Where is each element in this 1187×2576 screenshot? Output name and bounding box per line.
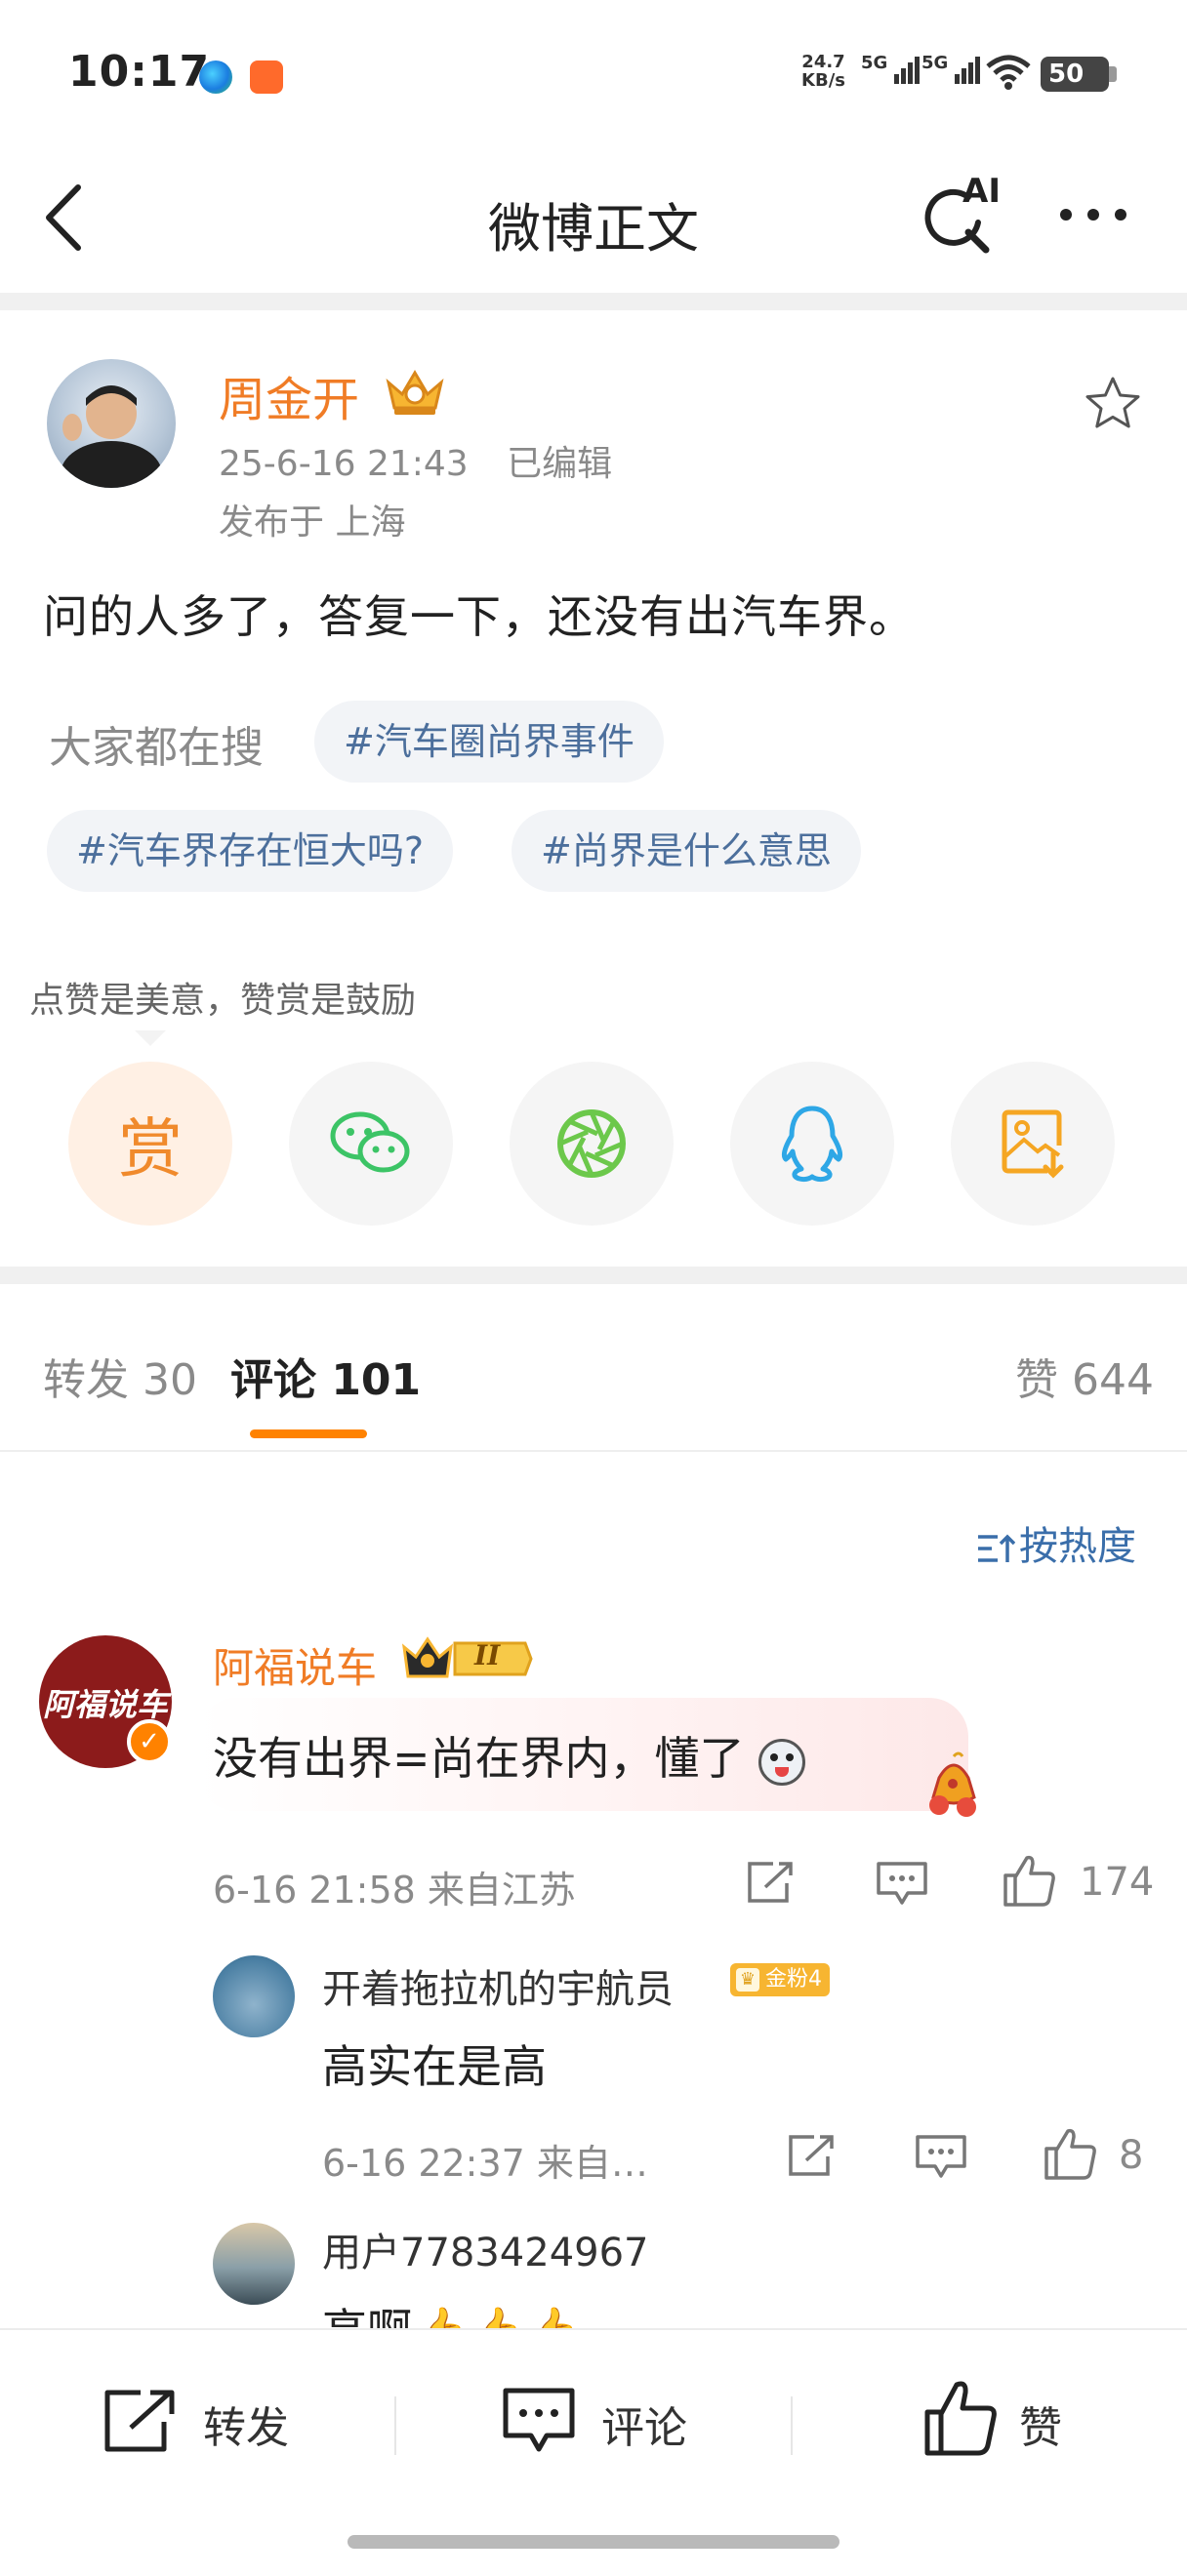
signal-bars-icon xyxy=(894,57,921,84)
firecracker-sticker-icon xyxy=(929,1751,976,1817)
network-speed-value: 24.7 xyxy=(801,52,845,72)
fan-badge-label: 金粉4 xyxy=(765,1967,822,1992)
wechat-icon xyxy=(330,1111,410,1173)
signal-bars-icon xyxy=(955,57,981,84)
active-tab-indicator xyxy=(250,1429,367,1438)
browser-app-icon xyxy=(199,60,232,94)
post-meta-line: 25-6-16 21:43 已编辑 xyxy=(219,435,612,486)
like-label: 赞 xyxy=(1019,2403,1062,2453)
share-moments-button[interactable] xyxy=(510,1062,674,1226)
battery-cap xyxy=(1109,66,1117,82)
reward-button[interactable]: 赏 xyxy=(68,1062,232,1226)
topic-chip[interactable]: #尚界是什么意思 xyxy=(512,810,861,892)
comment-like-icon[interactable] xyxy=(1002,1852,1058,1909)
ai-search-button[interactable]: AI xyxy=(918,172,1001,258)
reply-repost-icon[interactable] xyxy=(785,2133,838,2180)
reply-avatar[interactable] xyxy=(213,2223,295,2305)
wifi-icon xyxy=(986,55,1031,90)
reply-like-icon[interactable] xyxy=(1043,2125,1099,2182)
more-icon[interactable] xyxy=(1054,195,1132,234)
level-badge[interactable]: II xyxy=(400,1631,533,1686)
avatar-person-graphic xyxy=(61,385,162,488)
comment-text: 没有出界=尚在界内，懂了 xyxy=(213,1723,806,1788)
tab-comment[interactable]: 评论 101 xyxy=(230,1345,421,1407)
page-title: 微博正文 xyxy=(488,198,699,260)
post-timestamp: 25-6-16 21:43 xyxy=(219,444,469,484)
post-location: 发布于 上海 xyxy=(219,503,406,543)
reply-like-count: 8 xyxy=(1119,2133,1144,2178)
comment-like-count: 174 xyxy=(1080,1860,1155,1905)
battery-indicator: 50 xyxy=(1041,57,1109,92)
nav-divider xyxy=(0,293,1187,310)
level-crown-badge-icon xyxy=(402,1636,533,1678)
topic-chip[interactable]: #汽车界存在恒大吗? xyxy=(47,810,454,892)
tab-like[interactable]: 赞 644 xyxy=(1015,1345,1154,1407)
signal-1: 5G xyxy=(861,53,921,86)
edited-label[interactable]: 已编辑 xyxy=(507,444,612,484)
husky-emoji-icon xyxy=(758,1738,806,1786)
comment-text-content: 没有出界=尚在界内，懂了 xyxy=(213,1732,745,1785)
share-qq-button[interactable] xyxy=(730,1062,894,1226)
save-image-button[interactable] xyxy=(951,1062,1115,1226)
sort-by-hot-button[interactable]: 按热度 xyxy=(976,1514,1136,1571)
comment-time-location: 6-16 21:58 来自江苏 xyxy=(213,1869,576,1912)
vip-crown-icon[interactable] xyxy=(383,365,447,418)
moments-aperture-icon xyxy=(557,1109,626,1178)
author-name[interactable]: 周金开 xyxy=(219,361,359,429)
qq-penguin-icon xyxy=(781,1106,843,1183)
tab-repost[interactable]: 转发 30 xyxy=(43,1345,197,1407)
author-avatar[interactable] xyxy=(47,359,176,488)
ai-label: AI xyxy=(962,172,1001,211)
topic-chip[interactable]: #汽车圈尚界事件 xyxy=(314,701,664,783)
signal-2-label: 5G xyxy=(921,53,949,73)
sort-label: 按热度 xyxy=(1019,1524,1136,1569)
shopping-app-icon xyxy=(250,60,283,94)
reward-tip: 点赞是美意，赞赏是鼓励 xyxy=(29,981,417,1021)
repost-icon xyxy=(104,2390,175,2452)
verified-badge-icon: ✓ xyxy=(127,1719,172,1764)
avatar-text: 阿福说车 xyxy=(42,1686,168,1723)
comment-username[interactable]: 阿福说车 xyxy=(213,1635,377,1695)
tip-caret xyxy=(135,1030,166,1046)
comment-repost-icon[interactable] xyxy=(744,1860,797,1907)
tab-divider xyxy=(0,1450,1187,1452)
reply-reply-icon[interactable] xyxy=(914,2133,968,2182)
reply-text: 高实在是高 xyxy=(322,2040,547,2093)
level-badge-label: II xyxy=(474,1639,501,1671)
reply-username[interactable]: 开着拖拉机的宇航员 xyxy=(322,1957,674,2014)
bar-separator xyxy=(791,2396,793,2455)
post-text: 问的人多了，答复一下，还没有出汽车界。 xyxy=(43,590,915,643)
fan-badge-icon: ♛ xyxy=(736,1968,759,1992)
fan-badge[interactable]: ♛ 金粉4 xyxy=(730,1963,830,1996)
comment-icon xyxy=(503,2388,575,2452)
comment-label: 评论 xyxy=(601,2403,687,2453)
repost-label: 转发 xyxy=(203,2403,289,2453)
reply-time-location: 6-16 22:37 来自… xyxy=(322,2142,648,2185)
favorite-star-icon[interactable] xyxy=(1082,373,1144,435)
signal-2: 5G xyxy=(921,53,981,86)
like-button[interactable]: 赞 xyxy=(921,2377,1117,2461)
reply-avatar[interactable] xyxy=(213,1955,295,2037)
repost-button[interactable]: 转发 xyxy=(102,2383,316,2461)
hot-search-label: 大家都在搜 xyxy=(49,723,264,773)
sort-icon xyxy=(978,1534,1016,1562)
like-thumb-icon xyxy=(924,2381,997,2456)
reply-username[interactable]: 用户7783424967 xyxy=(322,2221,649,2277)
bar-separator xyxy=(394,2396,396,2455)
reward-label: 赏 xyxy=(118,1111,183,1187)
comment-reply-icon[interactable] xyxy=(875,1860,929,1909)
signal-1-label: 5G xyxy=(861,53,888,73)
comment-button[interactable]: 评论 xyxy=(500,2383,715,2461)
status-time: 10:17 xyxy=(68,47,211,97)
share-wechat-button[interactable] xyxy=(289,1062,453,1226)
save-image-icon xyxy=(1002,1109,1064,1179)
home-indicator[interactable] xyxy=(348,2535,839,2549)
network-speed-unit: KB/s xyxy=(801,70,845,91)
network-speed: 24.7 KB/s xyxy=(801,53,845,90)
section-divider xyxy=(0,1267,1187,1284)
